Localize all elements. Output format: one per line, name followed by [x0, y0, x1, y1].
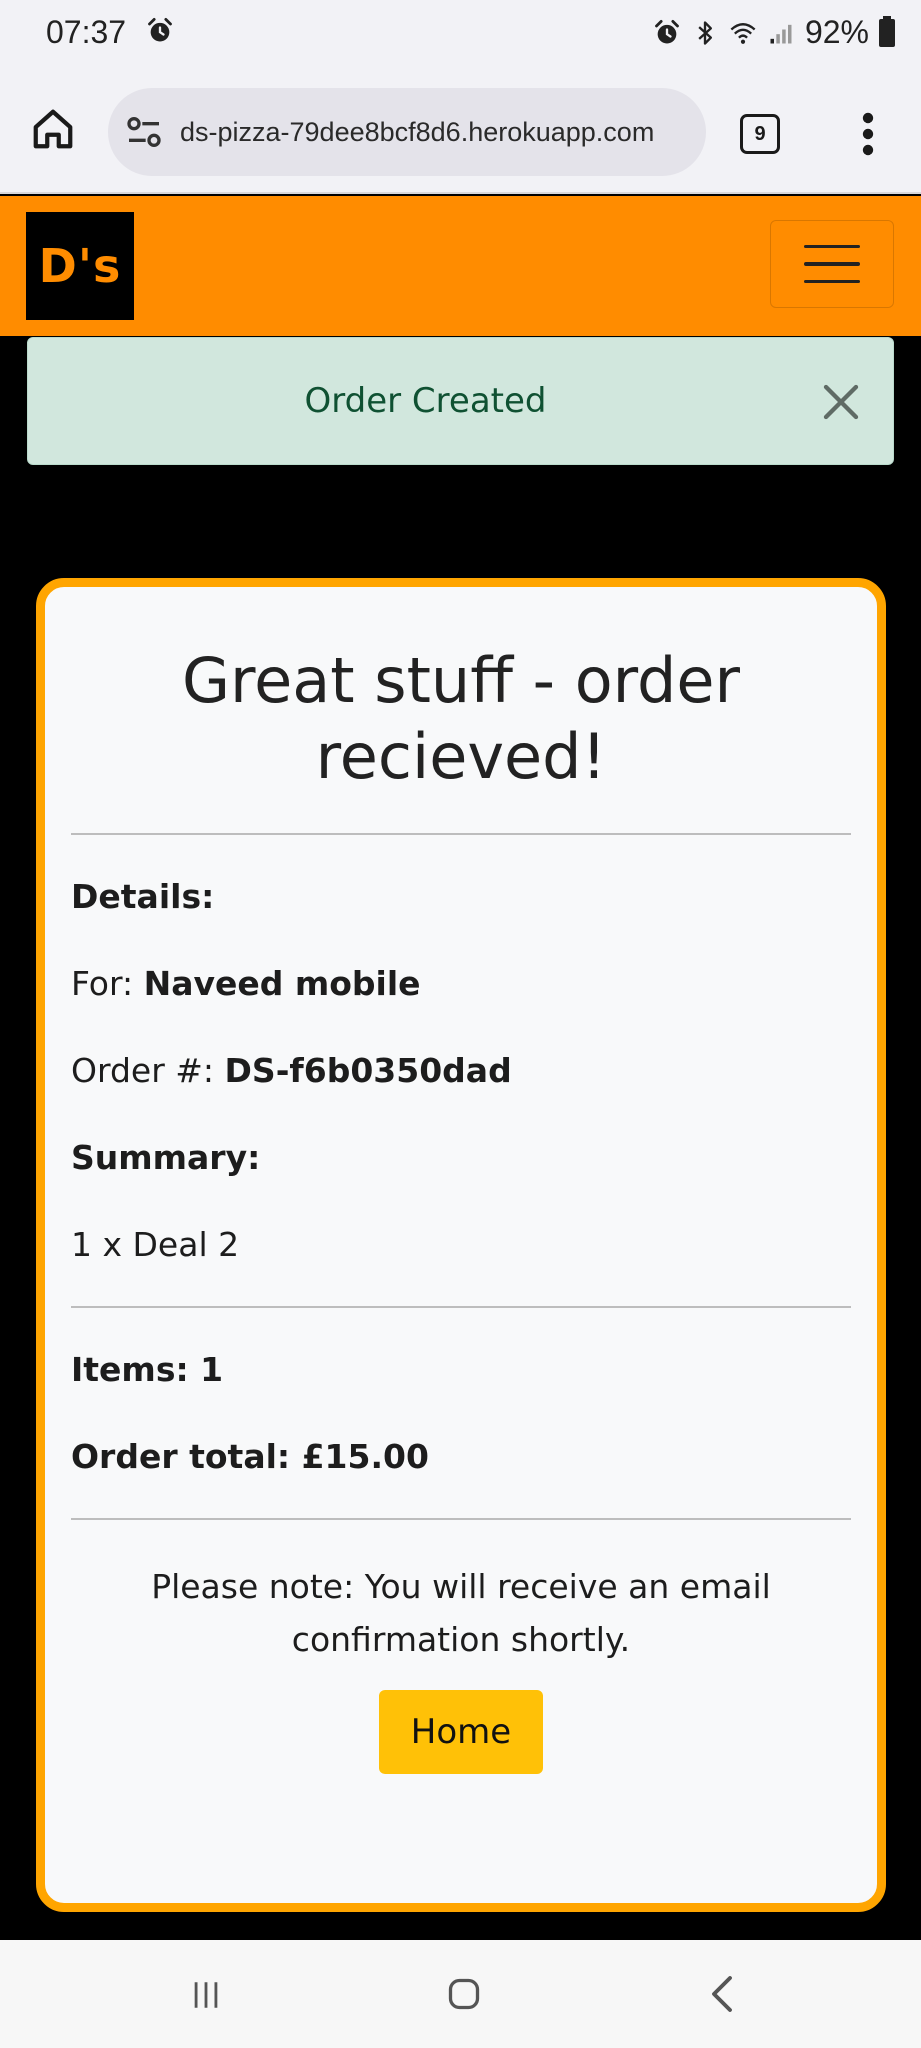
- summary-item: 1 x Deal 2: [71, 1225, 240, 1264]
- site-header: D's: [0, 196, 921, 336]
- status-time: 07:37: [46, 14, 127, 50]
- order-total: Order total: £15.00: [71, 1437, 429, 1476]
- order-number-line: Order #: DS-f6b0350dad: [71, 1051, 851, 1090]
- divider: [71, 833, 851, 835]
- status-icons: 92%: [653, 14, 895, 51]
- recent-apps-icon[interactable]: [188, 1978, 224, 2012]
- close-icon[interactable]: [821, 382, 861, 422]
- nav-toggle-button[interactable]: [770, 220, 894, 308]
- home-nav-icon[interactable]: [446, 1976, 482, 2012]
- divider: [71, 1518, 851, 1520]
- url-text: ds-pizza-79dee8bcf8d6.herokuapp.com: [180, 116, 655, 147]
- home-button[interactable]: Home: [379, 1690, 543, 1774]
- battery-icon: [879, 15, 895, 47]
- hamburger-line: [804, 279, 860, 284]
- alert-message: Order Created: [304, 381, 547, 421]
- alarm-icon: [655, 19, 679, 43]
- address-bar[interactable]: ds-pizza-79dee8bcf8d6.herokuapp.com: [108, 88, 706, 176]
- system-nav-bar: [0, 1940, 921, 2048]
- more-menu-icon[interactable]: [848, 110, 888, 158]
- battery-percent: 92%: [804, 14, 869, 50]
- status-bar: 07:37 92%: [0, 0, 921, 66]
- site-settings-icon[interactable]: [124, 112, 164, 152]
- hamburger-line: [804, 244, 860, 249]
- email-note: Please note: You will receive an email c…: [151, 1567, 771, 1659]
- tab-switcher-button[interactable]: 9: [740, 114, 780, 154]
- for-label: For:: [71, 964, 144, 1003]
- back-icon[interactable]: [706, 1974, 738, 2014]
- details-label: Details:: [71, 877, 215, 916]
- summary-label: Summary:: [71, 1138, 261, 1177]
- customer-line: For: Naveed mobile: [71, 964, 851, 1003]
- wifi-icon: [730, 22, 756, 44]
- order-number-label: Order #:: [71, 1051, 225, 1090]
- brand-logo[interactable]: D's: [26, 212, 134, 320]
- success-alert: Order Created: [27, 337, 894, 465]
- page-title: Great stuff - order recieved!: [181, 644, 741, 793]
- order-confirmation-card: Great stuff - order recieved! Details: F…: [36, 578, 886, 1912]
- home-button-wrap: Home: [71, 1690, 851, 1774]
- items-count: Items: 1: [71, 1350, 224, 1389]
- hamburger-line: [804, 262, 860, 266]
- alarm-icon: [148, 17, 172, 42]
- browser-toolbar: ds-pizza-79dee8bcf8d6.herokuapp.com 9: [0, 66, 921, 194]
- home-icon[interactable]: [30, 106, 76, 152]
- signal-icon: [770, 24, 792, 43]
- divider: [71, 1306, 851, 1308]
- bluetooth-icon: [698, 20, 712, 45]
- order-number: DS-f6b0350dad: [224, 1051, 512, 1090]
- customer-name: Naveed mobile: [143, 964, 421, 1003]
